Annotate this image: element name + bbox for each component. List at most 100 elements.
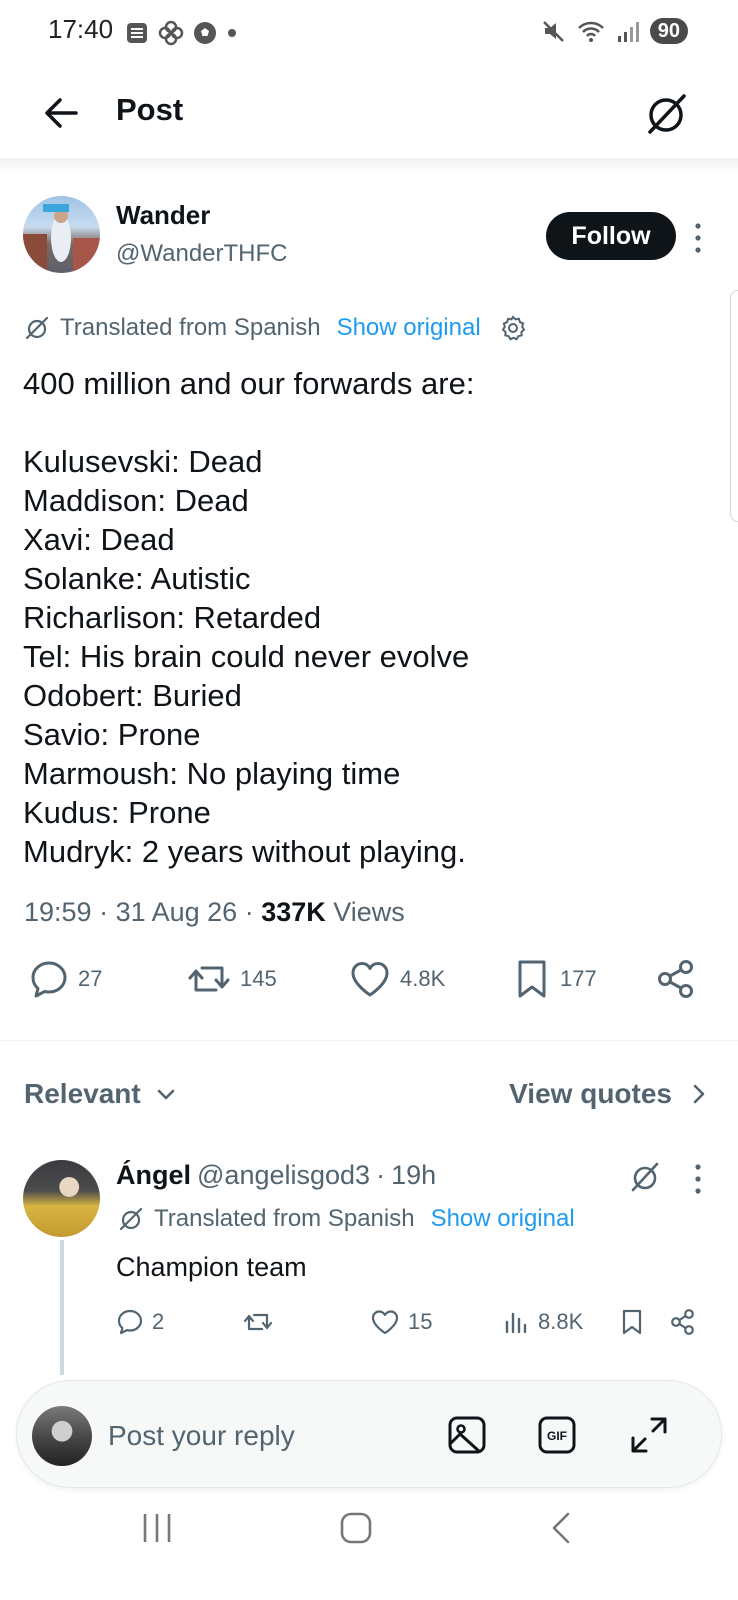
- sort-dropdown[interactable]: Relevant: [24, 1078, 177, 1110]
- header-divider: [0, 158, 738, 174]
- views-label: Views: [333, 897, 405, 927]
- system-nav-bar: [0, 1510, 738, 1600]
- arrow-left-icon: [45, 98, 78, 128]
- recent-apps-icon[interactable]: [140, 1510, 174, 1546]
- expand-icon: [631, 1417, 667, 1453]
- reply-bookmark-action[interactable]: [620, 1308, 644, 1336]
- wifi-icon: [577, 21, 604, 42]
- bookmark-action[interactable]: 177: [512, 958, 597, 1000]
- pinwheel-icon: [158, 20, 184, 46]
- reply-reply-action[interactable]: 2: [116, 1308, 164, 1336]
- gear-icon[interactable]: [499, 314, 527, 342]
- svg-text:GIF: GIF: [547, 1429, 567, 1443]
- notification-dot-icon: [228, 29, 236, 37]
- more-vertical-icon: [695, 1164, 701, 1194]
- author-name[interactable]: Wander: [116, 200, 210, 231]
- grok-icon: [119, 1207, 143, 1231]
- back-button[interactable]: [38, 90, 84, 136]
- post-more-button[interactable]: [690, 220, 706, 256]
- author-handle[interactable]: @WanderTHFC: [116, 240, 288, 268]
- bookmark-count: 177: [560, 966, 597, 991]
- post-time[interactable]: 19:59: [24, 897, 92, 927]
- reply-repost-action[interactable]: [242, 1308, 274, 1336]
- reply-author-name[interactable]: Ángel: [116, 1160, 191, 1191]
- reply-separator: ·: [376, 1160, 386, 1190]
- add-image-button[interactable]: [446, 1414, 488, 1456]
- translated-label: Translated from Spanish: [60, 314, 321, 341]
- grok-icon: [631, 1162, 659, 1192]
- reply-icon: [31, 961, 67, 998]
- reply-action[interactable]: 27: [28, 958, 102, 1000]
- share-action[interactable]: [656, 958, 696, 1000]
- repost-icon: [243, 1313, 273, 1331]
- bookmark-icon: [622, 1309, 642, 1335]
- battery-indicator: 90: [649, 18, 688, 44]
- add-gif-button[interactable]: GIF: [536, 1414, 578, 1456]
- grok-icon: [25, 316, 49, 340]
- actions-divider: [0, 1040, 738, 1041]
- reply-views-action[interactable]: 8.8K: [504, 1308, 583, 1336]
- reply-header: Ángel @angelisgod3 · 19h: [116, 1160, 436, 1191]
- chevron-right-icon: [693, 1084, 705, 1104]
- grok-button[interactable]: [642, 90, 690, 138]
- more-vertical-icon: [695, 223, 701, 253]
- reply-like-action[interactable]: 15: [370, 1308, 432, 1336]
- app-notification-icon: [127, 23, 147, 43]
- reply-like-count: 15: [408, 1309, 433, 1334]
- home-icon[interactable]: [338, 1510, 374, 1546]
- back-nav-icon[interactable]: [546, 1510, 576, 1546]
- heart-icon: [371, 1310, 399, 1335]
- status-notification-icons: [124, 20, 238, 46]
- scroll-handle[interactable]: [730, 290, 738, 522]
- sort-label: Relevant: [24, 1078, 141, 1109]
- chevron-down-icon: [157, 1089, 175, 1100]
- reply-grok-button[interactable]: [628, 1160, 662, 1194]
- view-quotes-link[interactable]: View quotes: [509, 1078, 708, 1110]
- repost-count: 145: [240, 966, 277, 991]
- share-icon: [671, 1309, 694, 1335]
- reply-icon: [117, 1309, 143, 1335]
- reply-share-action[interactable]: [670, 1308, 696, 1336]
- reply-input[interactable]: Post your reply: [108, 1420, 295, 1452]
- reply-show-original-link[interactable]: Show original: [431, 1205, 575, 1233]
- soccer-ball-icon: [194, 22, 216, 44]
- mute-icon: [542, 21, 564, 42]
- bookmark-icon: [518, 960, 546, 998]
- views-count: 337K: [261, 897, 326, 927]
- post-text: 400 million and our forwards are: Kuluse…: [23, 366, 475, 869]
- expand-composer-button[interactable]: [628, 1414, 670, 1456]
- heart-icon: [351, 962, 389, 997]
- reply-count: 27: [78, 966, 103, 991]
- like-action[interactable]: 4.8K: [348, 958, 445, 1000]
- reply-age[interactable]: 19h: [391, 1160, 436, 1191]
- reply-avatar[interactable]: [23, 1160, 100, 1237]
- image-icon: [448, 1416, 486, 1454]
- signal-icon: [617, 22, 639, 42]
- reply-more-button[interactable]: [690, 1162, 706, 1196]
- page-title: Post: [116, 92, 184, 127]
- show-original-link[interactable]: Show original: [337, 314, 481, 342]
- reply-views-count: 8.8K: [538, 1309, 584, 1334]
- reply-reply-count: 2: [152, 1309, 165, 1334]
- repost-icon: [188, 966, 230, 992]
- view-quotes-label: View quotes: [509, 1078, 672, 1109]
- composer-avatar: [32, 1406, 92, 1466]
- reply-translated-label: Translated from Spanish: [154, 1205, 415, 1232]
- follow-button[interactable]: Follow: [546, 212, 676, 260]
- post-meta: 19:59 · 31 Aug 26 · 337K Views: [24, 897, 405, 927]
- post-date[interactable]: 31 Aug 26: [116, 897, 238, 927]
- gif-icon: GIF: [538, 1416, 576, 1454]
- status-time: 17:40: [48, 14, 114, 44]
- translation-bar: Translated from Spanish Show original: [24, 314, 527, 342]
- share-icon: [658, 960, 693, 998]
- analytics-icon: [505, 1312, 527, 1334]
- author-avatar[interactable]: [23, 196, 100, 273]
- reply-translation-bar: Translated from Spanish Show original: [118, 1205, 575, 1233]
- reply-text: Champion team: [116, 1252, 307, 1282]
- grok-icon: [648, 94, 686, 134]
- status-right-icons: 90: [540, 18, 688, 44]
- thread-line: [60, 1240, 64, 1375]
- reply-author-handle[interactable]: @angelisgod3: [197, 1160, 370, 1191]
- like-count: 4.8K: [400, 966, 446, 991]
- repost-action[interactable]: 145: [186, 958, 277, 1000]
